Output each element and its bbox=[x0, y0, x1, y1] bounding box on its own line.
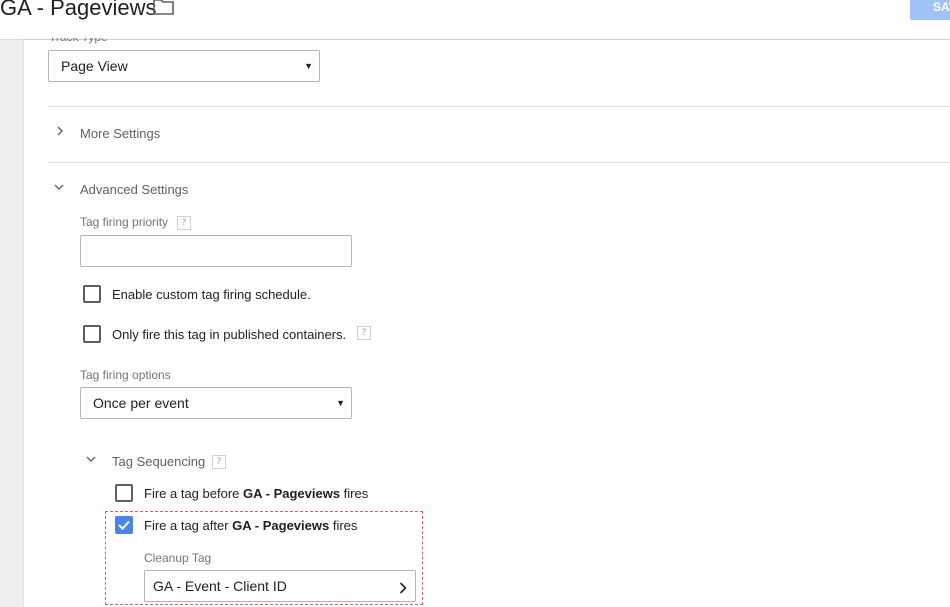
tag-firing-priority-input[interactable] bbox=[80, 235, 352, 267]
cleanup-tag-label: Cleanup Tag bbox=[144, 551, 212, 565]
help-icon[interactable]: ? bbox=[357, 326, 371, 340]
chevron-down-icon bbox=[86, 456, 96, 462]
tag-firing-options-value: Once per event bbox=[93, 395, 189, 411]
custom-schedule-checkbox[interactable] bbox=[83, 285, 101, 303]
fire-before-checkbox[interactable] bbox=[115, 484, 133, 502]
folder-icon[interactable] bbox=[152, 0, 176, 17]
cleanup-tag-value: GA - Event - Client ID bbox=[153, 578, 287, 594]
custom-schedule-label: Enable custom tag firing schedule. bbox=[112, 287, 311, 302]
chevron-right-icon bbox=[57, 126, 63, 136]
published-only-label: Only fire this tag in published containe… bbox=[112, 327, 347, 342]
tag-firing-options-select[interactable]: Once per event ▼ bbox=[80, 387, 352, 419]
track-type-select[interactable]: Page View ▼ bbox=[48, 50, 320, 82]
tag-firing-options-label: Tag firing options bbox=[80, 368, 171, 382]
advanced-settings-toggle[interactable]: Advanced Settings bbox=[48, 176, 348, 202]
save-button[interactable]: SAVE bbox=[910, 0, 950, 20]
more-settings-label: More Settings bbox=[80, 126, 161, 141]
divider bbox=[48, 162, 950, 163]
chevron-right-icon bbox=[399, 582, 407, 594]
advanced-settings-label: Advanced Settings bbox=[80, 182, 189, 197]
cleanup-tag-selector[interactable]: GA - Event - Client ID bbox=[144, 570, 416, 602]
dropdown-arrow-icon: ▼ bbox=[304, 61, 313, 71]
help-icon[interactable]: ? bbox=[177, 216, 191, 230]
track-type-value: Page View bbox=[61, 58, 128, 74]
tag-firing-priority-label: Tag firing priority bbox=[80, 215, 169, 229]
more-settings-toggle[interactable]: More Settings bbox=[48, 120, 348, 146]
chevron-down-icon bbox=[54, 184, 64, 190]
fire-after-checkbox[interactable] bbox=[115, 516, 133, 534]
checkmark-icon bbox=[118, 520, 130, 530]
tag-configuration-card: Track Type Page View ▼ More Settings Adv… bbox=[24, 38, 950, 607]
fire-after-label: Fire a tag after GA - Pageviews fires bbox=[144, 518, 358, 533]
help-icon[interactable]: ? bbox=[212, 455, 226, 469]
divider bbox=[48, 106, 950, 107]
tag-sequencing-label: Tag Sequencing bbox=[112, 454, 206, 469]
top-bar: GA - Pageviews SAVE bbox=[0, 0, 950, 40]
fire-before-label: Fire a tag before GA - Pageviews fires bbox=[144, 486, 369, 501]
dropdown-arrow-icon: ▼ bbox=[336, 398, 345, 408]
page-title: GA - Pageviews bbox=[0, 0, 157, 20]
published-only-checkbox[interactable] bbox=[83, 325, 101, 343]
